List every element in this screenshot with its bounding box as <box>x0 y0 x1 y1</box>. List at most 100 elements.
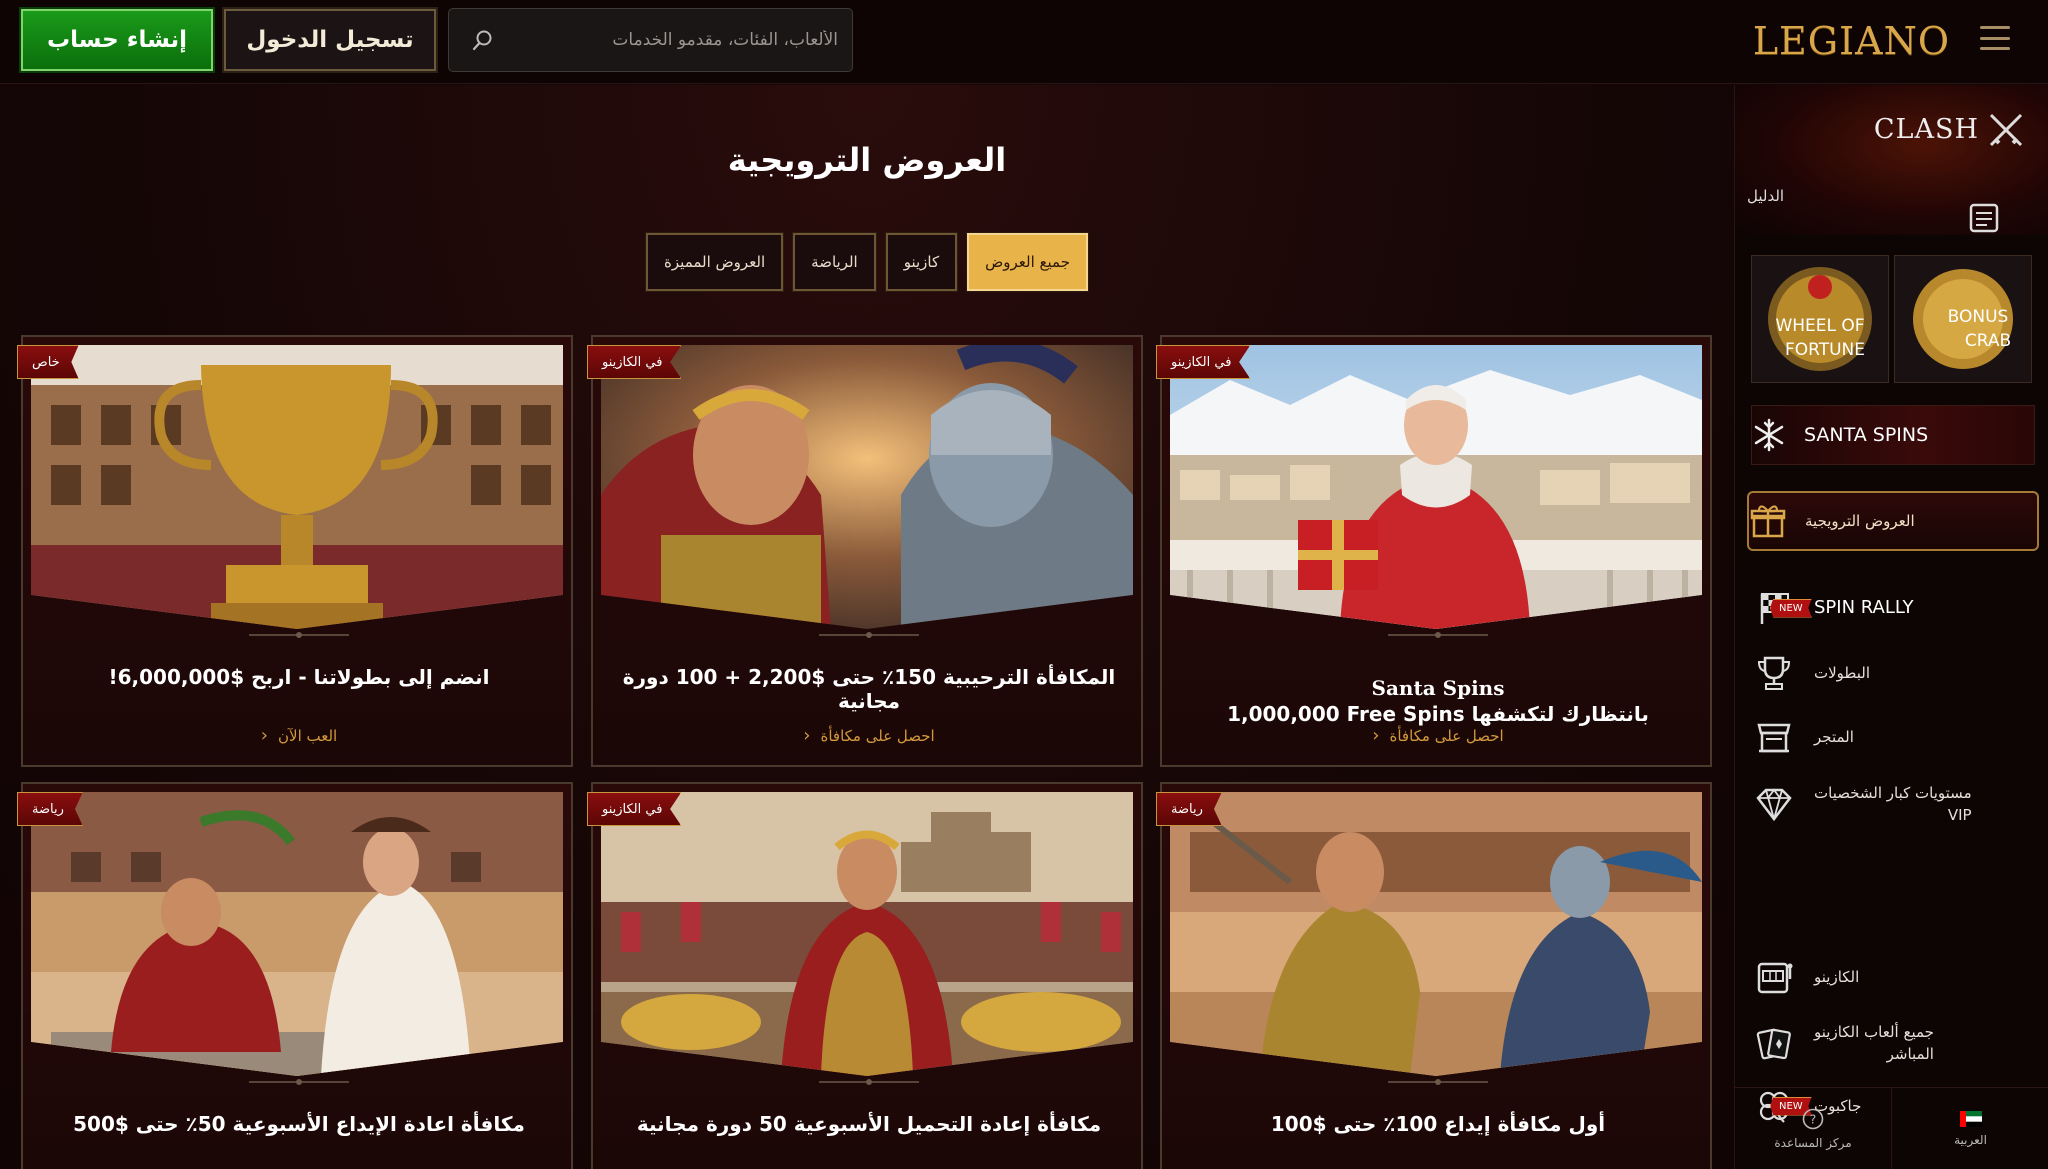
promo-image-gladiator-fight <box>1170 792 1702 1076</box>
guide-label: الدليل <box>1747 187 1785 205</box>
promo-title: أول مكافأة إيداع 100٪ حتى $100 <box>1270 1112 1606 1136</box>
gift-icon <box>1750 505 1786 538</box>
promo-title: مكافأة اعادة الإيداع الأسبوعية 50٪ حتى $… <box>73 1112 525 1136</box>
new-badge: NEW <box>1770 598 1812 618</box>
uae-flag-icon <box>1959 1111 1982 1127</box>
cta-label: احصل على مكافأة <box>1389 726 1504 745</box>
promo-title: المكافأة الترحيبية 150٪ حتى $2,200 + 100… <box>622 665 1116 713</box>
create-account-button[interactable]: إنشاء حساب <box>19 7 215 73</box>
filter-featured[interactable]: العروض المميزة <box>645 232 785 292</box>
badge-in-casino: في الكازينو <box>1156 345 1251 379</box>
menu-icon[interactable] <box>1980 26 2010 50</box>
trophy-icon <box>1757 656 1791 690</box>
badge-in-casino: في الكازينو <box>587 345 682 379</box>
casino-label: الكازينو <box>1814 968 1860 986</box>
get-bonus-link[interactable]: احصل على مكافأة ‹ <box>593 725 1145 746</box>
sidebar-item-promotions[interactable]: العروض الترويجية <box>1747 491 2039 551</box>
promo-card-santa-spins[interactable]: في الكازينو Santa Spins 1,000,000 Free S… <box>1156 335 1714 767</box>
get-bonus-link[interactable]: احصل على مكافأة ‹ <box>1162 725 1714 746</box>
vip-label-line2: VIP <box>1947 806 1972 824</box>
divider-ornament <box>819 1079 919 1085</box>
filter-all[interactable]: جميع العروض <box>966 232 1089 292</box>
promo-card-weekly-reload[interactable]: في الكازينو مكافأة إعادة التحميل الأسبوع… <box>587 782 1143 1169</box>
santa-spins-banner[interactable]: SANTA SPINS <box>1751 405 2035 465</box>
promo-title: Santa Spins 1,000,000 Free Spins بانتظار… <box>1172 675 1704 727</box>
badge-in-casino: في الكازينو <box>587 792 682 826</box>
sidebar-item-spin-rally[interactable]: NEW SPIN RALLY <box>1754 588 2026 628</box>
live-casino-label: جميع ألعاب الكازينو المباشر <box>1814 1021 1934 1065</box>
promo-card-sports-first-deposit[interactable]: رياضة أول مكافأة إيداع 100٪ حتى $100 <box>1156 782 1712 1169</box>
chevron-left-icon: ‹ <box>260 725 268 746</box>
promo-title-line2: 1,000,000 Free Spins بانتظارك لتكشفها <box>1227 702 1649 726</box>
clash-banner[interactable]: CLASH الدليل <box>1735 85 2048 235</box>
crossed-swords-icon <box>1989 113 2023 147</box>
search-icon <box>472 30 492 51</box>
vip-label: مستويات كبار الشخصيات VIP <box>1814 782 1972 826</box>
sidebar: CLASH الدليل BONUS CRAB WHEEL OF FORTUNE… <box>1734 85 2048 1169</box>
live-casino-line1: جميع ألعاب الكازينو <box>1814 1023 1934 1041</box>
help-center-link[interactable]: ? مركز المساعدة <box>1735 1088 1892 1169</box>
divider-ornament <box>249 1079 349 1085</box>
filter-sports[interactable]: الرياضة <box>792 232 877 292</box>
search-box[interactable] <box>448 8 853 72</box>
search-input[interactable] <box>495 30 838 50</box>
snowflake-icon <box>1754 418 1784 452</box>
chevron-left-icon: ‹ <box>803 725 811 746</box>
cta-label: احصل على مكافأة <box>820 726 935 745</box>
login-button[interactable]: تسجيل الدخول <box>222 7 438 73</box>
diamond-icon <box>1756 788 1792 822</box>
wheel-of-fortune-tile[interactable]: WHEEL OF FORTUNE <box>1751 255 1889 383</box>
bonus-crab-line1: BONUS <box>1948 307 2009 327</box>
wheel-line2: FORTUNE <box>1785 340 1865 360</box>
sidebar-item-vip[interactable]: مستويات كبار الشخصيات VIP <box>1754 782 2026 826</box>
language-selector[interactable]: العربية <box>1892 1088 2048 1169</box>
santa-spins-label: SANTA SPINS <box>1804 424 1929 446</box>
divider-ornament <box>819 632 919 638</box>
help-icon: ? <box>1802 1108 1824 1130</box>
promo-card-tournaments[interactable]: خاص انضم إلى بطولاتنا - اربح $6,000,000!… <box>17 335 575 767</box>
sidebar-footer: العربية ? مركز المساعدة <box>1735 1087 2048 1169</box>
sidebar-item-shop[interactable]: المتجر <box>1754 717 2026 757</box>
scroll-icon <box>1969 203 1999 233</box>
sidebar-item-tournaments[interactable]: البطولات <box>1754 653 2026 693</box>
divider-ornament <box>1388 632 1488 638</box>
chevron-left-icon: ‹ <box>1372 725 1380 746</box>
sidebar-item-casino[interactable]: الكازينو <box>1754 957 2026 997</box>
divider-ornament <box>249 632 349 638</box>
sidebar-item-live-casino[interactable]: جميع ألعاب الكازينو المباشر <box>1754 1021 2026 1065</box>
shop-icon <box>1757 723 1791 753</box>
cta-label: العب الآن <box>278 726 338 745</box>
slot-machine-icon <box>1757 962 1793 994</box>
page-title: العروض الترويجية <box>727 141 1007 179</box>
cards-icon <box>1756 1028 1791 1060</box>
top-header: إنشاء حساب تسجيل الدخول LEGIANO <box>0 0 2048 84</box>
promo-image-emperor <box>601 792 1133 1076</box>
tournaments-label: البطولات <box>1814 664 1870 682</box>
badge-sports: رياضة <box>1156 792 1222 826</box>
shop-label: المتجر <box>1814 728 1854 746</box>
promo-card-weekly-redeposit[interactable]: رياضة مكافأة اعادة الإيداع الأسبوعية 50٪… <box>17 782 573 1169</box>
bonus-crab-line2: CRAB <box>1965 331 2011 351</box>
promo-image-santa <box>1170 345 1702 629</box>
promo-image-trophy <box>31 345 563 629</box>
promotions-page: العروض الترويجية جميع العروض كازينو الري… <box>0 85 1734 1169</box>
filter-tabs: جميع العروض كازينو الرياضة العروض المميز… <box>0 232 1734 292</box>
promo-image-gladiators <box>601 345 1133 629</box>
promotions-label: العروض الترويجية <box>1805 512 1915 530</box>
guide-link[interactable]: الدليل <box>1747 173 2027 233</box>
svg-text:?: ? <box>1810 1113 1816 1127</box>
promo-title: انضم إلى بطولاتنا - اربح $6,000,000! <box>108 665 490 689</box>
promo-card-welcome-bonus[interactable]: في الكازينو المكافأة الترحيبية 150٪ حتى … <box>587 335 1145 767</box>
spin-rally-label: SPIN RALLY <box>1814 597 1914 618</box>
promo-title-line1: Santa Spins <box>1371 676 1505 700</box>
live-casino-line2: المباشر <box>1886 1045 1934 1063</box>
play-now-link[interactable]: العب الآن ‹ <box>23 725 575 746</box>
clash-label: CLASH <box>1873 114 1979 145</box>
legiano-logo[interactable]: LEGIANO <box>1753 18 1950 64</box>
promo-title: مكافأة إعادة التحميل الأسبوعية 50 دورة م… <box>636 1112 1102 1136</box>
filter-casino[interactable]: كازينو <box>884 232 959 292</box>
help-label: مركز المساعدة <box>1774 1136 1852 1150</box>
language-label: العربية <box>1954 1133 1987 1147</box>
bonus-crab-tile[interactable]: BONUS CRAB <box>1894 255 2032 383</box>
promo-image-laurel-crowning <box>31 792 563 1076</box>
